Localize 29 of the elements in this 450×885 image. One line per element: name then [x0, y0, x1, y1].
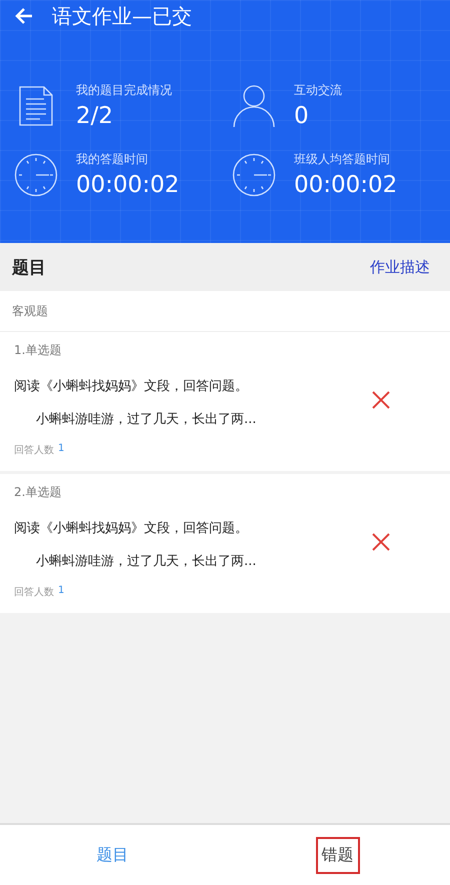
person-icon [232, 84, 276, 128]
question-prompt: 阅读《小蝌蚪找妈妈》文段，回答问题。 [14, 378, 249, 395]
answer-count-label: 回答人数 [14, 586, 54, 599]
group-label: 客观题 [0, 291, 450, 332]
stat-label: 班级人均答题时间 [294, 151, 391, 168]
description-link[interactable]: 作业描述 [370, 258, 430, 276]
question-prompt: 阅读《小蝌蚪找妈妈》文段，回答问题。 [14, 520, 249, 537]
page-title: 语文作业—已交 [52, 2, 192, 30]
stat-label: 互动交流 [294, 82, 342, 99]
stat-value: 00:00:02 [76, 172, 180, 198]
stat-label: 我的题目完成情况 [76, 82, 172, 99]
question-excerpt: 小蝌蚪游哇游，过了几天，长出了两... [36, 411, 258, 428]
stat-value: 0 [294, 103, 310, 129]
clock-icon [232, 152, 276, 196]
question-type: 1.单选题 [14, 342, 62, 359]
back-arrow-icon[interactable] [14, 6, 34, 26]
tab[interactable]: 错题 [316, 836, 360, 874]
stat-value: 00:00:02 [294, 172, 398, 198]
question-excerpt: 小蝌蚪游哇游，过了几天，长出了两... [36, 553, 258, 570]
answer-count-label: 回答人数 [14, 444, 54, 457]
answer-count: 1 [58, 443, 64, 456]
question-card[interactable]: 2.单选题 阅读《小蝌蚪找妈妈》文段，回答问题。 小蝌蚪游哇游，过了几天，长出了两... 回答人数 1 [0, 474, 450, 613]
stat-label: 我的答题时间 [76, 151, 149, 168]
question-card[interactable]: 1.单选题 阅读《小蝌蚪找妈妈》文段，回答问题。 小蝌蚪游哇游，过了几天，长出了两... 回答人数 1 [0, 332, 450, 471]
section-title: 题目 [12, 256, 46, 278]
answer-count: 1 [58, 585, 64, 598]
clock-icon [14, 152, 58, 196]
stat-value: 2/2 [76, 103, 114, 129]
question-type: 2.单选题 [14, 484, 62, 501]
